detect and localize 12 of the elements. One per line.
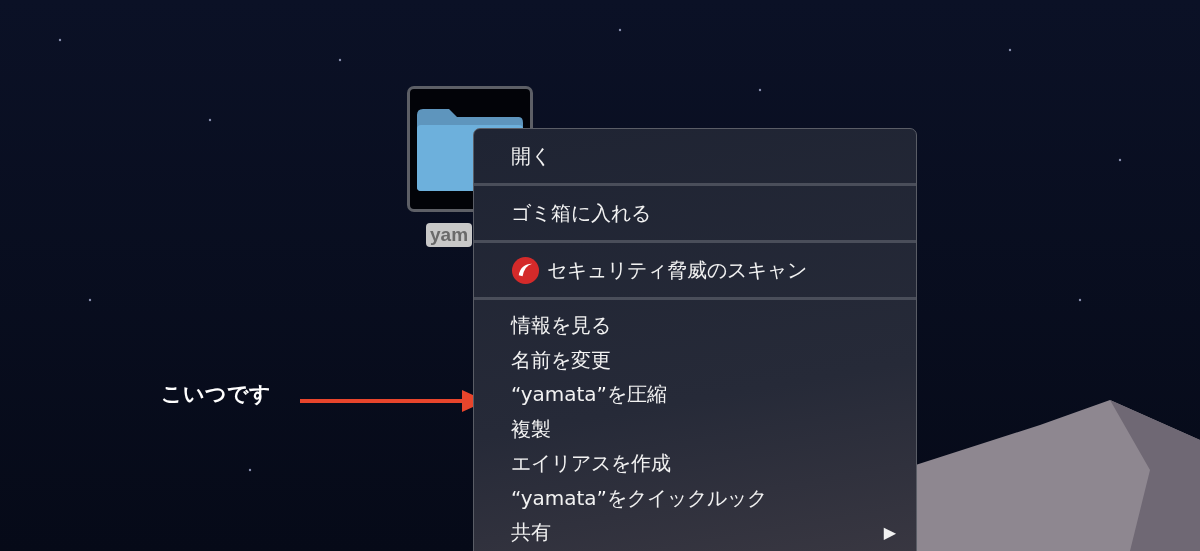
- menu-item[interactable]: エイリアスを作成: [474, 446, 916, 481]
- menu-item[interactable]: 開く: [474, 138, 916, 174]
- menu-item[interactable]: 名前を変更: [474, 342, 916, 377]
- menu-item[interactable]: “yamata”を圧縮: [474, 377, 916, 412]
- menu-item[interactable]: セキュリティ脅威のスキャン: [474, 252, 916, 288]
- folder-name: yam: [426, 223, 473, 247]
- menu-item[interactable]: 情報を見る: [474, 308, 916, 343]
- menu-item[interactable]: 共有 ▶: [474, 515, 916, 550]
- menu-item[interactable]: ゴミ箱に入れる: [474, 195, 916, 231]
- menu-item[interactable]: “yamata”をクイックルック: [474, 480, 916, 515]
- menu-item[interactable]: 複製: [474, 411, 916, 446]
- annotation-text: こいつです: [161, 381, 271, 408]
